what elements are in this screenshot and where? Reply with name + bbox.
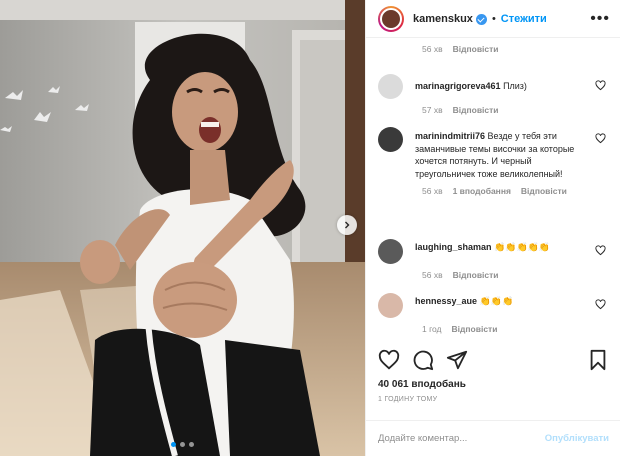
woman-photo	[0, 0, 365, 456]
carousel-indicator	[0, 442, 365, 447]
comment-body: marinindmitrii76 Везде у тебя эти заманч…	[415, 130, 589, 180]
heart-icon[interactable]	[595, 80, 606, 91]
comment-input[interactable]	[378, 433, 545, 444]
post-sidebar: kamenskux • Стежити ••• 56 хв Відповісти…	[365, 0, 620, 456]
avatar[interactable]	[378, 293, 403, 318]
heart-icon[interactable]	[595, 133, 606, 144]
heart-icon[interactable]	[595, 245, 606, 256]
post-header: kamenskux • Стежити •••	[366, 0, 620, 38]
reply-button[interactable]: Відповісти	[452, 324, 498, 334]
avatar[interactable]	[378, 127, 403, 152]
bookmark-icon[interactable]	[587, 349, 609, 371]
reply-button[interactable]: Відповісти	[453, 105, 499, 115]
reply-button[interactable]: Відповісти	[521, 186, 567, 196]
post-photo[interactable]	[0, 0, 365, 456]
comment-likes[interactable]: 1 вподобання	[453, 186, 511, 196]
comment-item: marinindmitrii76 Везде у тебя эти заманч…	[378, 127, 610, 196]
reply-button[interactable]: Відповісти	[453, 44, 499, 54]
comment-body: laughing_shaman 👏👏👏👏👏	[415, 241, 589, 254]
author-avatar[interactable]	[378, 5, 404, 32]
comment-time: 56 хв	[422, 270, 443, 280]
comment-text: 👏👏👏👏👏	[494, 242, 551, 252]
follow-button[interactable]: Стежити	[501, 13, 547, 25]
avatar[interactable]	[378, 74, 403, 99]
share-icon[interactable]	[446, 349, 468, 371]
comment-time: 1 год	[422, 324, 442, 334]
carousel-dot	[180, 442, 185, 447]
post-time[interactable]: 1 годину тому	[378, 396, 609, 403]
add-comment-bar: Опублікувати	[366, 420, 620, 456]
comment-body: hennessy_aue 👏👏👏	[415, 295, 589, 308]
comment-time: 56 хв	[422, 44, 443, 54]
comment-meta: 1 год Відповісти	[422, 324, 610, 334]
comment-time: 56 хв	[422, 186, 443, 196]
comment-time: 57 хв	[422, 105, 443, 115]
comment-meta: 56 хв 1 вподобання Відповісти	[422, 186, 610, 196]
comment-icon[interactable]	[412, 349, 434, 371]
author-username[interactable]: kamenskux	[413, 13, 473, 25]
comment-item: hennessy_aue 👏👏👏 1 год Відповісти	[378, 293, 610, 334]
header-separator: •	[491, 12, 496, 25]
comment-meta: 57 хв Відповісти	[422, 105, 610, 115]
chevron-right-icon	[345, 221, 350, 229]
likes-count[interactable]: 40 061 вподобань	[378, 379, 609, 390]
comment-username[interactable]: laughing_shaman	[415, 242, 492, 252]
instagram-post: kamenskux • Стежити ••• 56 хв Відповісти…	[0, 0, 620, 456]
comment-username[interactable]: marinindmitrii76	[415, 131, 485, 141]
heart-icon[interactable]	[378, 349, 400, 371]
comment-meta: 56 хв Відповісти	[422, 44, 499, 54]
action-icons	[378, 346, 609, 374]
comment-username[interactable]: marinagrigoreva461	[415, 81, 501, 91]
avatar[interactable]	[378, 239, 403, 264]
more-icon[interactable]: •••	[590, 10, 610, 28]
comment-username[interactable]: hennessy_aue	[415, 296, 477, 306]
post-comment-button[interactable]: Опублікувати	[545, 433, 609, 444]
carousel-dot	[189, 442, 194, 447]
verified-icon	[475, 14, 487, 25]
comment-item: laughing_shaman 👏👏👏👏👏 56 хв Відповісти	[378, 239, 610, 280]
reply-button[interactable]: Відповісти	[453, 270, 499, 280]
comment-text: Плиз)	[503, 81, 527, 91]
comment-meta: 56 хв Відповісти	[422, 270, 610, 280]
comment-item: marinagrigoreva461 Плиз) 57 хв Відповіст…	[378, 74, 610, 115]
next-slide-button[interactable]	[337, 215, 357, 235]
comment-text: 👏👏👏	[479, 296, 514, 306]
carousel-dot	[171, 442, 176, 447]
heart-icon[interactable]	[595, 299, 606, 310]
post-actions: 40 061 вподобань 1 годину тому	[366, 346, 620, 403]
comment-body: marinagrigoreva461 Плиз)	[415, 80, 589, 93]
comments-list[interactable]: 56 хв Відповісти marinagrigoreva461 Плиз…	[366, 38, 620, 345]
